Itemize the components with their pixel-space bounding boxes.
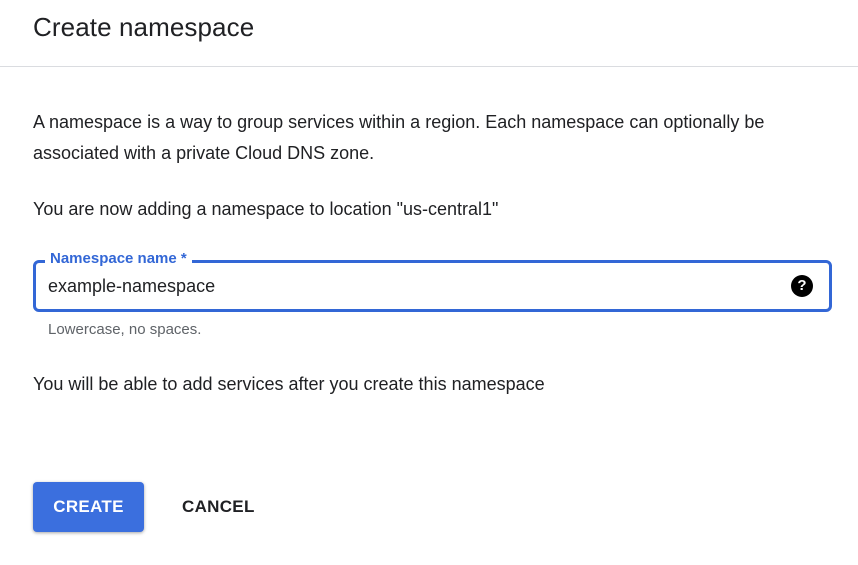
dialog-title: Create namespace: [33, 12, 255, 42]
dialog-actions: CREATE CANCEL: [33, 482, 267, 532]
namespace-name-hint: Lowercase, no spaces.: [48, 321, 202, 338]
create-button[interactable]: CREATE: [33, 482, 144, 532]
create-namespace-dialog: Create namespace A namespace is a way to…: [0, 0, 858, 565]
dialog-header: Create namespace: [0, 0, 858, 67]
help-icon[interactable]: ?: [791, 275, 813, 297]
location-text: You are now adding a namespace to locati…: [33, 199, 499, 219]
namespace-name-label: Namespace name *: [45, 249, 192, 269]
dialog-description: A namespace is a way to group services w…: [33, 112, 765, 163]
services-note: You will be able to add services after y…: [33, 374, 545, 394]
cancel-button[interactable]: CANCEL: [170, 482, 267, 532]
namespace-name-input[interactable]: [48, 272, 768, 300]
namespace-name-field[interactable]: Namespace name * ?: [33, 249, 832, 312]
